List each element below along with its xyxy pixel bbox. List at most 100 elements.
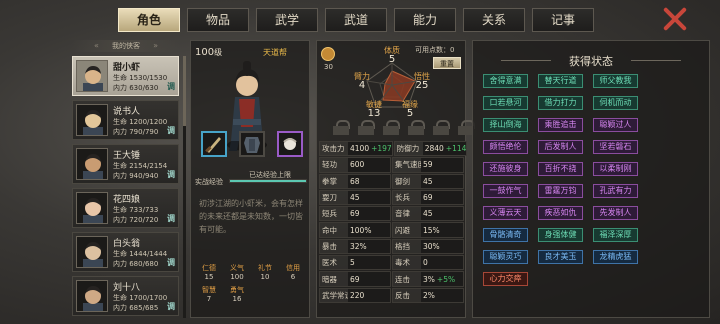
armor-slot-icon[interactable] xyxy=(239,131,265,157)
stat-bonus: +197 xyxy=(371,144,392,154)
radar-value: 13 xyxy=(367,108,381,119)
stat-value: 32% xyxy=(350,241,367,251)
game-screen: 角色 物品 武学 武道 能力 关系 记事 « 我的侠客 » 甜小虾 生命 1530/1530 内… xyxy=(0,0,720,324)
status-chip[interactable]: 聪颖过人 xyxy=(593,118,638,132)
stat-value: 5 xyxy=(350,258,355,268)
lock-icon[interactable] xyxy=(333,120,350,135)
stat-value: 45 xyxy=(423,176,433,186)
member-mp: 内力 790/790 xyxy=(113,128,159,136)
stat-label: 暗器 xyxy=(322,274,337,284)
tune-button[interactable]: 调 xyxy=(167,257,175,268)
status-chip[interactable]: 后发制人 xyxy=(538,140,583,154)
stat-value: 3% xyxy=(423,274,435,284)
stat-value: 45 xyxy=(423,209,433,219)
tune-button[interactable]: 调 xyxy=(167,125,175,136)
status-chip[interactable]: 龙精虎猛 xyxy=(593,250,638,264)
status-chip[interactable]: 骨骼清奇 xyxy=(483,228,528,242)
status-chip[interactable]: 替天行道 xyxy=(538,74,583,88)
stat-value: 69 xyxy=(350,209,360,219)
roster-member-card[interactable]: 刘十八 生命 1700/1700 内力 685/685 调 xyxy=(72,276,179,316)
tab-6[interactable]: 记事 xyxy=(532,8,594,32)
roster-member-card[interactable]: 花四娘 生命 733/733 内力 720/720 调 xyxy=(72,188,179,228)
roster-member-card[interactable]: 白头翁 生命 1444/1444 内力 680/680 调 xyxy=(72,232,179,272)
stat-value: 15% xyxy=(423,225,440,235)
lock-icon[interactable] xyxy=(433,120,450,135)
virtue-value: 10 xyxy=(260,273,270,281)
virtue-value: 7 xyxy=(206,295,212,303)
virtue-item: 礼节 10 xyxy=(251,263,279,281)
status-chip[interactable]: 还施彼身 xyxy=(483,162,528,176)
tab-4[interactable]: 能力 xyxy=(394,8,456,32)
virtue-item: 信用 6 xyxy=(279,263,307,281)
status-chip[interactable]: 伺机而动 xyxy=(593,96,638,110)
stat-bonus: +5% xyxy=(436,274,456,284)
member-name: 说书人 xyxy=(113,107,141,117)
tab-3[interactable]: 武道 xyxy=(325,8,387,32)
stat-cell: 攻击力 4100 +197 xyxy=(319,141,393,157)
stat-cell: 武学常识 220 xyxy=(319,287,391,303)
roster-scroll-thumb[interactable] xyxy=(183,56,186,126)
roster-member-card[interactable]: 说书人 生命 1200/1200 内力 790/790 调 xyxy=(72,100,179,140)
status-chip[interactable]: 颇悟绝伦 xyxy=(483,140,528,154)
stat-cell: 防御力 2840 +114 xyxy=(393,141,468,157)
roster-member-card[interactable]: 甜小虾 生命 1530/1530 内力 630/630 调 xyxy=(72,56,179,96)
stat-value: 69 xyxy=(350,274,360,284)
close-icon[interactable] xyxy=(662,6,688,32)
tune-button[interactable]: 调 xyxy=(167,301,175,312)
stat-value: 220 xyxy=(350,290,365,300)
stat-value: 0 xyxy=(423,258,428,268)
status-chip[interactable]: 舍得意满 xyxy=(483,74,528,88)
lock-icon[interactable] xyxy=(358,120,375,135)
status-chip[interactable]: 一鼓作气 xyxy=(483,184,528,198)
character-portrait xyxy=(76,148,108,180)
status-chip[interactable]: 借力打力 xyxy=(538,96,583,110)
virtue-label: 礼节 xyxy=(258,264,272,272)
tab-1[interactable]: 物品 xyxy=(187,8,249,32)
tab-5[interactable]: 关系 xyxy=(463,8,525,32)
status-chip[interactable]: 疾恶如仇 xyxy=(538,206,583,220)
stat-value-box: 2840 +114 xyxy=(422,142,467,156)
status-chip[interactable]: 乘胜追击 xyxy=(538,118,583,132)
stats-row: 短兵 69 音律 45 xyxy=(319,206,465,222)
tune-button[interactable]: 调 xyxy=(167,81,175,92)
status-chip[interactable]: 百折不挠 xyxy=(538,162,583,176)
tune-button[interactable]: 调 xyxy=(167,213,175,224)
status-chip[interactable]: 师父教我 xyxy=(593,74,638,88)
status-chip[interactable]: 聪颖灵巧 xyxy=(483,250,528,264)
skill-lock-row xyxy=(333,120,475,135)
lock-icon[interactable] xyxy=(408,120,425,135)
status-chip[interactable]: 雷霆万钧 xyxy=(538,184,583,198)
member-mp: 内力 680/680 xyxy=(113,260,159,268)
status-chip[interactable]: 义薄云天 xyxy=(483,206,528,220)
accessory-slot-icon[interactable] xyxy=(277,131,303,157)
status-chip[interactable]: 身强体健 xyxy=(538,228,583,242)
member-mp: 内力 940/940 xyxy=(113,172,159,180)
status-chip[interactable]: 择山倒海 xyxy=(483,118,528,132)
roster-scrollbar[interactable] xyxy=(183,56,186,318)
status-chip[interactable]: 坚若磐石 xyxy=(593,140,638,154)
member-hp: 生命 1530/1530 xyxy=(113,74,168,82)
tab-2[interactable]: 武学 xyxy=(256,8,318,32)
tune-button[interactable]: 调 xyxy=(167,169,175,180)
roster-member-card[interactable]: 王大锤 生命 2154/2154 内力 940/940 调 xyxy=(72,144,179,184)
stat-value-box: 100% xyxy=(348,223,390,237)
stats-row: 医术 5 毒术 0 xyxy=(319,255,465,271)
tab-0[interactable]: 角色 xyxy=(118,8,180,32)
stat-value-box: 4100 +197 xyxy=(348,142,392,156)
weapon-slot-icon[interactable] xyxy=(201,131,227,157)
status-chip[interactable]: 心力交瘁 xyxy=(483,272,528,286)
status-chip[interactable]: 先发制人 xyxy=(593,206,638,220)
status-chip[interactable]: 以柔制刚 xyxy=(593,162,638,176)
status-chip[interactable]: 福泽深厚 xyxy=(593,228,638,242)
stat-value-box: 2% xyxy=(421,288,463,302)
lock-icon[interactable] xyxy=(383,120,400,135)
status-chip[interactable]: 口若悬河 xyxy=(483,96,528,110)
stat-value: 2% xyxy=(423,290,435,300)
stat-cell: 暗器 69 xyxy=(319,271,391,287)
stat-cell: 音律 45 xyxy=(392,206,464,222)
member-hp: 生命 1444/1444 xyxy=(113,250,168,258)
status-chip[interactable]: 良才美玉 xyxy=(538,250,583,264)
stat-label: 连击 xyxy=(395,274,410,284)
stat-label: 武学常识 xyxy=(322,290,352,300)
status-chip[interactable]: 孔武有力 xyxy=(593,184,638,198)
